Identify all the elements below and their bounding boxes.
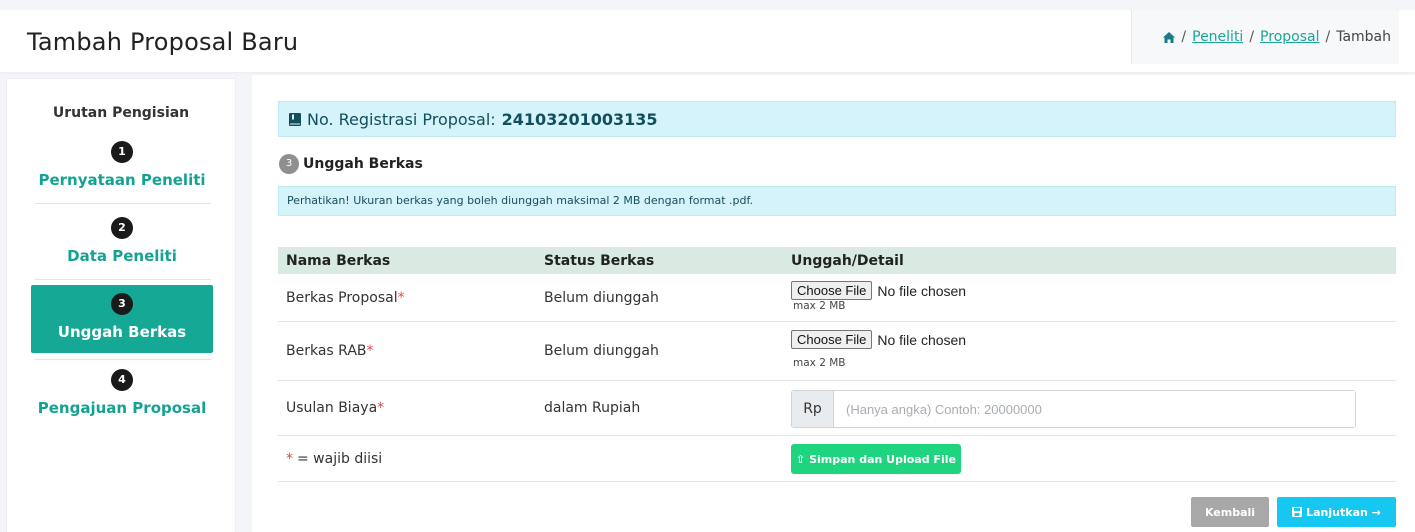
- home-icon[interactable]: [1163, 31, 1176, 43]
- registration-box: No. Registrasi Proposal: 24103201003135: [278, 101, 1396, 137]
- save-upload-button[interactable]: ⇧ Simpan dan Upload File: [791, 444, 961, 474]
- cost-input[interactable]: [834, 391, 1355, 427]
- breadcrumb-peneliti-link[interactable]: Peneliti: [1192, 29, 1243, 45]
- required-mark: *: [397, 289, 405, 306]
- cost-unit: dalam Rupiah: [544, 400, 641, 416]
- no-file-chosen-label: No file chosen: [877, 282, 967, 299]
- breadcrumb-separator: /: [1249, 29, 1255, 45]
- section-step-badge: 3: [279, 154, 299, 174]
- cost-label: Usulan Biaya *: [286, 400, 385, 416]
- table-row: * = wajib diisi ⇧ Simpan dan Upload File: [278, 436, 1396, 482]
- step-pernyataan-peneliti[interactable]: 1 Pernyataan Peneliti: [31, 141, 213, 189]
- main-panel: No. Registrasi Proposal: 24103201003135 …: [252, 75, 1415, 532]
- file-name: Berkas Proposal *: [286, 289, 405, 306]
- required-mark: *: [286, 450, 293, 467]
- breadcrumb-current: Tambah: [1336, 29, 1391, 45]
- section-title-label: Unggah Berkas: [303, 156, 423, 172]
- file-status: Belum diunggah: [544, 289, 659, 306]
- registration-label: No. Registrasi Proposal:: [307, 109, 496, 129]
- cost-input-group: Rp: [791, 390, 1356, 428]
- step-label: Unggah Berkas: [57, 323, 187, 341]
- book-icon: [289, 112, 301, 126]
- header-unggah-detail: Unggah/Detail: [791, 252, 904, 269]
- file-notice: Perhatikan! Ukuran berkas yang boleh diu…: [278, 186, 1396, 216]
- files-table: Nama Berkas Status Berkas Unggah/Detail …: [278, 247, 1396, 482]
- breadcrumb-proposal-link[interactable]: Proposal: [1260, 29, 1319, 45]
- page-header: Tambah Proposal Baru / Peneliti / Propos…: [0, 10, 1415, 72]
- currency-addon: Rp: [792, 391, 834, 427]
- registration-number: 24103201003135: [501, 109, 658, 129]
- step-label: Data Peneliti: [67, 247, 177, 265]
- step-number: 1: [111, 141, 133, 163]
- rab-choose-file-button[interactable]: Choose File: [791, 330, 873, 349]
- table-row: Berkas RAB * Belum diunggah Choose File N…: [278, 322, 1396, 381]
- step-data-peneliti[interactable]: 2 Data Peneliti: [31, 217, 213, 265]
- page-title: Tambah Proposal Baru: [27, 28, 299, 56]
- step-number: 3: [111, 293, 133, 315]
- section-title: 3 Unggah Berkas: [279, 154, 423, 174]
- breadcrumb-separator: /: [1181, 29, 1187, 45]
- file-upload-cell: Choose File No file chosen max 2 MB: [791, 274, 966, 321]
- file-status: Belum diunggah: [544, 343, 659, 359]
- table-row: Usulan Biaya * dalam Rupiah Rp: [278, 381, 1396, 436]
- table-row: Berkas Proposal * Belum diunggah Choose F…: [278, 274, 1396, 322]
- required-legend: * = wajib diisi: [286, 450, 383, 467]
- save-icon: [1292, 507, 1303, 517]
- back-button[interactable]: Kembali: [1191, 497, 1269, 527]
- file-upload-cell: Choose File No file chosen max 2 MB: [791, 322, 966, 380]
- header-nama-berkas: Nama Berkas: [286, 252, 391, 269]
- steps-sidebar: Urutan Pengisian 1 Pernyataan Peneliti 2…: [6, 78, 236, 532]
- step-divider: [35, 279, 211, 280]
- step-label: Pengajuan Proposal: [37, 399, 207, 417]
- breadcrumb: / Peneliti / Proposal / Tambah: [1131, 10, 1399, 64]
- step-unggah-berkas[interactable]: 3 Unggah Berkas: [31, 285, 213, 353]
- step-pengajuan-proposal[interactable]: 4 Pengajuan Proposal: [31, 369, 213, 417]
- step-divider: [35, 359, 211, 360]
- proposal-choose-file-button[interactable]: Choose File: [791, 281, 873, 300]
- header-status-berkas: Status Berkas: [544, 252, 655, 269]
- step-number: 2: [111, 217, 133, 239]
- next-button[interactable]: Lanjutkan →: [1277, 497, 1396, 527]
- max-size-hint: max 2 MB: [793, 300, 846, 312]
- file-name: Berkas RAB *: [286, 343, 374, 359]
- table-header: Nama Berkas Status Berkas Unggah/Detail: [278, 247, 1396, 274]
- step-divider: [35, 203, 211, 204]
- max-size-hint: max 2 MB: [793, 357, 846, 369]
- breadcrumb-separator: /: [1325, 29, 1331, 45]
- no-file-chosen-label: No file chosen: [877, 331, 967, 348]
- required-mark: *: [377, 400, 385, 416]
- next-button-label: Lanjutkan →: [1306, 505, 1381, 519]
- steps-heading: Urutan Pengisian: [52, 105, 190, 121]
- required-mark: *: [366, 343, 374, 359]
- step-label: Pernyataan Peneliti: [38, 171, 206, 189]
- step-number: 4: [111, 369, 133, 391]
